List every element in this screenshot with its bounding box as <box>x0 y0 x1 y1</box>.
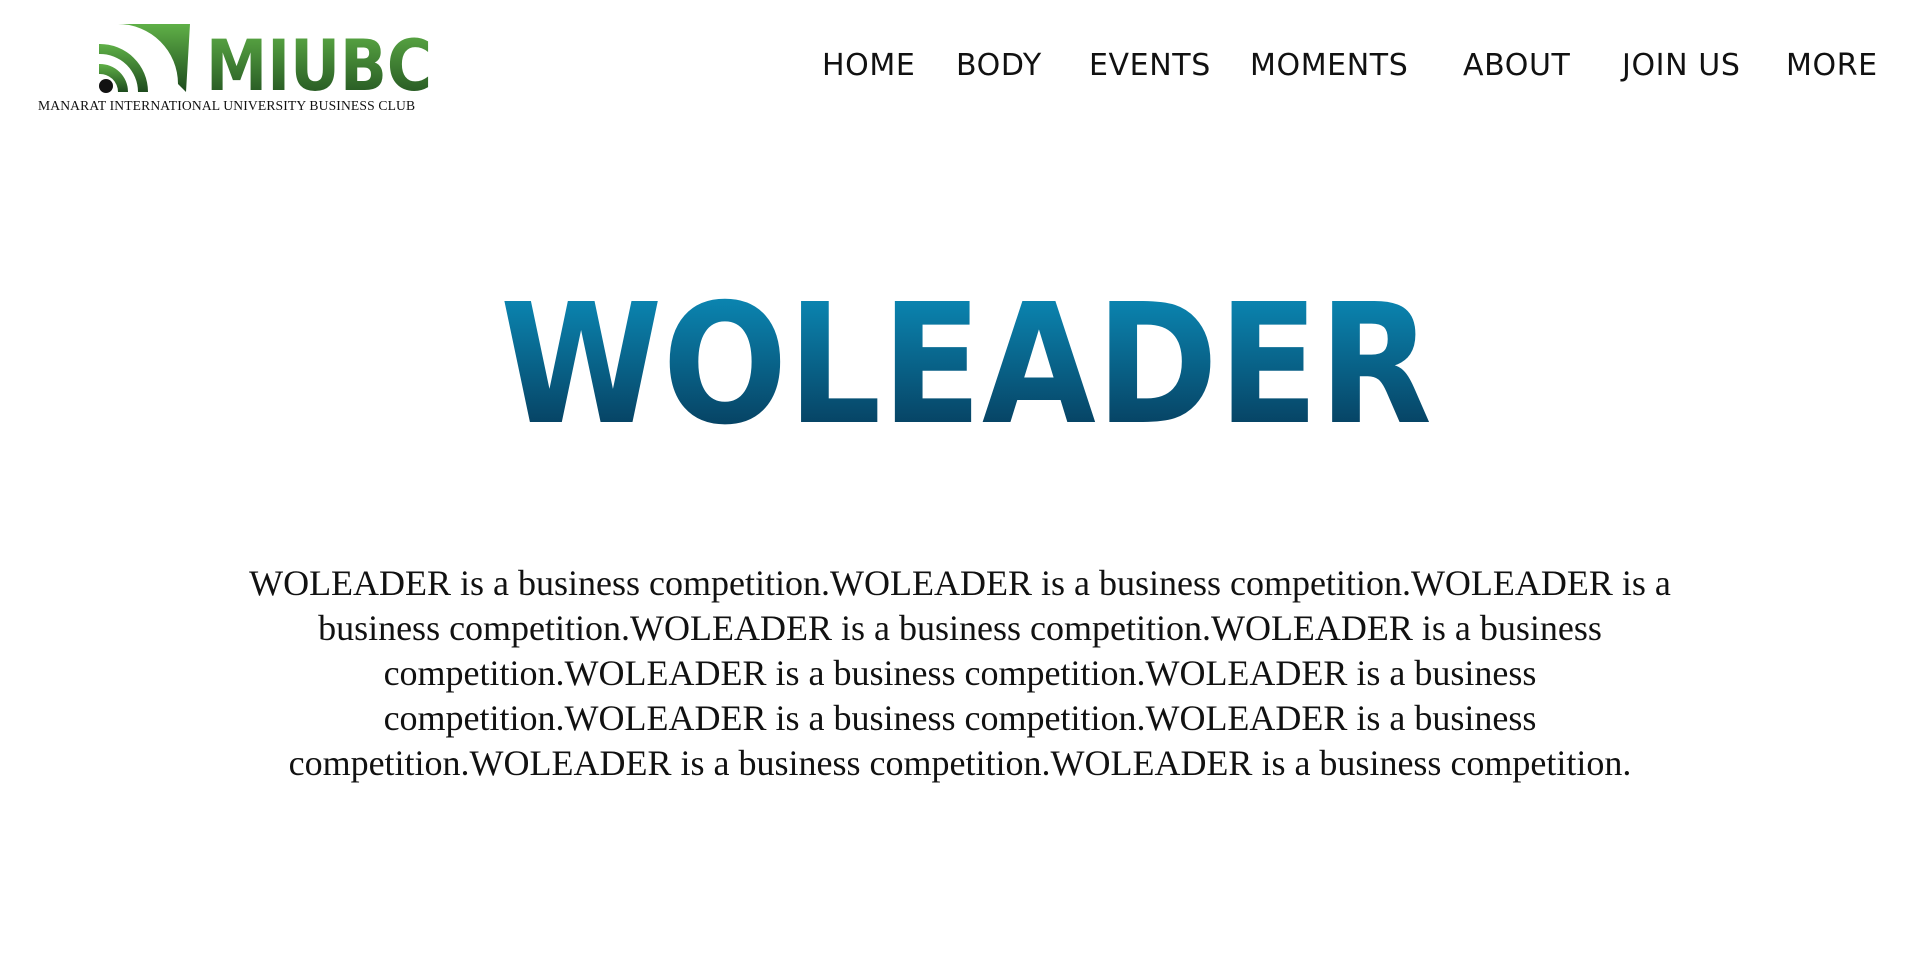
competition-description: WOLEADER is a business competition.WOLEA… <box>249 563 1671 783</box>
nav-item-moments[interactable]: MOMENTS <box>1250 44 1408 88</box>
nav-item-home[interactable]: HOME <box>822 44 915 88</box>
site-header: MIUBC MANARAT INTERNATIONAL UNIVERSITY B… <box>0 0 1920 120</box>
nav-item-events[interactable]: EVENTS <box>1089 44 1211 88</box>
nav-item-about[interactable]: ABOUT <box>1463 44 1570 88</box>
main-nav: HOME BODY EVENTS MOMENTS ABOUT JOIN US M… <box>0 44 1920 88</box>
nav-item-join-us[interactable]: JOIN US <box>1622 44 1741 88</box>
nav-item-body[interactable]: BODY <box>956 44 1042 88</box>
nav-item-more[interactable]: MORE <box>1786 44 1878 88</box>
logo-tagline: MANARAT INTERNATIONAL UNIVERSITY BUSINES… <box>38 98 416 113</box>
woleader-title: WOLEADER <box>500 286 1432 432</box>
woleader-logo: WOLEADER <box>500 286 1432 432</box>
